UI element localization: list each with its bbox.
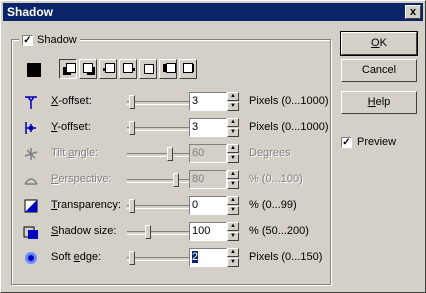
shadow-checkbox-label: Shadow — [37, 34, 77, 46]
yoffset-spinbox[interactable]: 3 ▲ ▼ — [189, 118, 239, 137]
shadowsize-slider[interactable] — [127, 225, 189, 239]
xoffset-label: X-offset: — [51, 95, 92, 107]
shadow-pos-top-left-button[interactable] — [99, 59, 117, 79]
preview-toggle[interactable]: ✓ Preview — [341, 136, 396, 148]
shadow-color-button[interactable] — [27, 63, 41, 77]
xoffset-unit: Pixels (0...1000) — [249, 95, 329, 107]
tilt-angle-icon — [24, 148, 38, 160]
tilt-down-button[interactable]: ▼ — [227, 154, 239, 163]
perspective-unit: % (0...100) — [249, 173, 303, 185]
preview-checkbox[interactable]: ✓ — [341, 136, 352, 148]
tilt-slider[interactable] — [127, 147, 189, 161]
window-title: Shadow — [7, 5, 54, 19]
transparency-slider-thumb[interactable] — [129, 199, 135, 213]
perspective-up-button[interactable]: ▲ — [227, 170, 239, 179]
xoffset-slider[interactable] — [127, 95, 189, 109]
tilt-up-button[interactable]: ▲ — [227, 144, 239, 153]
yoffset-slider-thumb[interactable] — [129, 121, 135, 135]
transparency-up-button[interactable]: ▲ — [227, 196, 239, 205]
shadowsize-input[interactable]: 100 — [189, 222, 227, 241]
xoffset-input[interactable]: 3 — [189, 92, 227, 111]
perspective-slider-thumb[interactable] — [173, 173, 179, 187]
shadowsize-down-button[interactable]: ▼ — [227, 232, 239, 241]
xoffset-up-button[interactable]: ▲ — [227, 92, 239, 101]
tilt-label: Tilt angle: — [51, 147, 99, 159]
shadow-size-icon — [23, 226, 38, 239]
perspective-slider[interactable] — [127, 173, 189, 187]
yoffset-unit: Pixels (0...1000) — [249, 121, 329, 133]
close-button[interactable]: x — [405, 5, 421, 19]
soft-edge-icon — [25, 252, 37, 264]
tilt-input[interactable]: 60 — [189, 144, 227, 163]
tilt-unit: Degrees — [249, 147, 291, 159]
transparency-input[interactable]: 0 — [189, 196, 227, 215]
help-button[interactable]: Help — [341, 91, 417, 114]
shadow-pos-center-button[interactable] — [139, 59, 157, 79]
close-icon: x — [409, 6, 417, 18]
perspective-input[interactable]: 80 — [189, 170, 227, 189]
transparency-down-button[interactable]: ▼ — [227, 206, 239, 215]
softedge-up-button[interactable]: ▲ — [227, 248, 239, 257]
shadowsize-label: Shadow size: — [51, 225, 117, 237]
y-offset-icon — [25, 122, 36, 134]
yoffset-label: Y-offset: — [51, 121, 91, 133]
shadow-checkbox[interactable]: ✓ — [22, 34, 33, 46]
shadowsize-up-button[interactable]: ▲ — [227, 222, 239, 231]
shadowsize-unit: % (50...200) — [249, 225, 309, 237]
preview-label: Preview — [357, 136, 397, 148]
softedge-input[interactable]: 2 — [189, 248, 227, 267]
softedge-slider[interactable] — [127, 251, 189, 265]
transparency-slider[interactable] — [127, 199, 189, 213]
transparency-label: Transparency: — [51, 199, 121, 211]
shadow-pos-left-button[interactable] — [159, 59, 177, 79]
softedge-unit: Pixels (0...150) — [249, 251, 323, 263]
ok-button[interactable]: OK — [340, 31, 418, 56]
perspective-down-button[interactable]: ▼ — [227, 180, 239, 189]
x-offset-icon — [25, 96, 37, 109]
cancel-button[interactable]: Cancel — [341, 59, 417, 82]
shadow-pos-top-right-button[interactable] — [119, 59, 137, 79]
shadow-enable[interactable]: ✓ Shadow — [19, 33, 80, 47]
tilt-spinbox[interactable]: 60 ▲ ▼ — [189, 144, 239, 163]
xoffset-down-button[interactable]: ▼ — [227, 102, 239, 111]
xoffset-spinbox[interactable]: 3 ▲ ▼ — [189, 92, 239, 111]
shadow-dialog: Shadow x ✓ Shadow X-offset: 3 ▲ ▼ Pixels … — [0, 0, 426, 293]
shadow-pos-bottom-left-button[interactable] — [59, 59, 77, 79]
perspective-icon — [24, 178, 38, 185]
shadow-pos-right-button[interactable] — [179, 59, 197, 79]
xoffset-slider-thumb[interactable] — [129, 95, 135, 109]
tilt-slider-thumb[interactable] — [167, 147, 173, 161]
shadow-position-buttons — [59, 59, 197, 79]
softedge-down-button[interactable]: ▼ — [227, 258, 239, 267]
softedge-slider-thumb[interactable] — [129, 251, 135, 265]
perspective-label: Perspective: — [51, 173, 112, 185]
title-bar[interactable]: Shadow x — [3, 3, 423, 21]
shadow-pos-bottom-right-button[interactable] — [79, 59, 97, 79]
yoffset-slider[interactable] — [127, 121, 189, 135]
softedge-label: Soft edge: — [51, 251, 102, 263]
transparency-icon — [24, 199, 38, 213]
yoffset-down-button[interactable]: ▼ — [227, 128, 239, 137]
yoffset-up-button[interactable]: ▲ — [227, 118, 239, 127]
perspective-spinbox[interactable]: 80 ▲ ▼ — [189, 170, 239, 189]
yoffset-input[interactable]: 3 — [189, 118, 227, 137]
softedge-spinbox[interactable]: 2 ▲ ▼ — [189, 248, 239, 267]
transparency-unit: % (0...99) — [249, 199, 297, 211]
shadowsize-slider-thumb[interactable] — [145, 225, 151, 239]
transparency-spinbox[interactable]: 0 ▲ ▼ — [189, 196, 239, 215]
shadowsize-spinbox[interactable]: 100 ▲ ▼ — [189, 222, 239, 241]
